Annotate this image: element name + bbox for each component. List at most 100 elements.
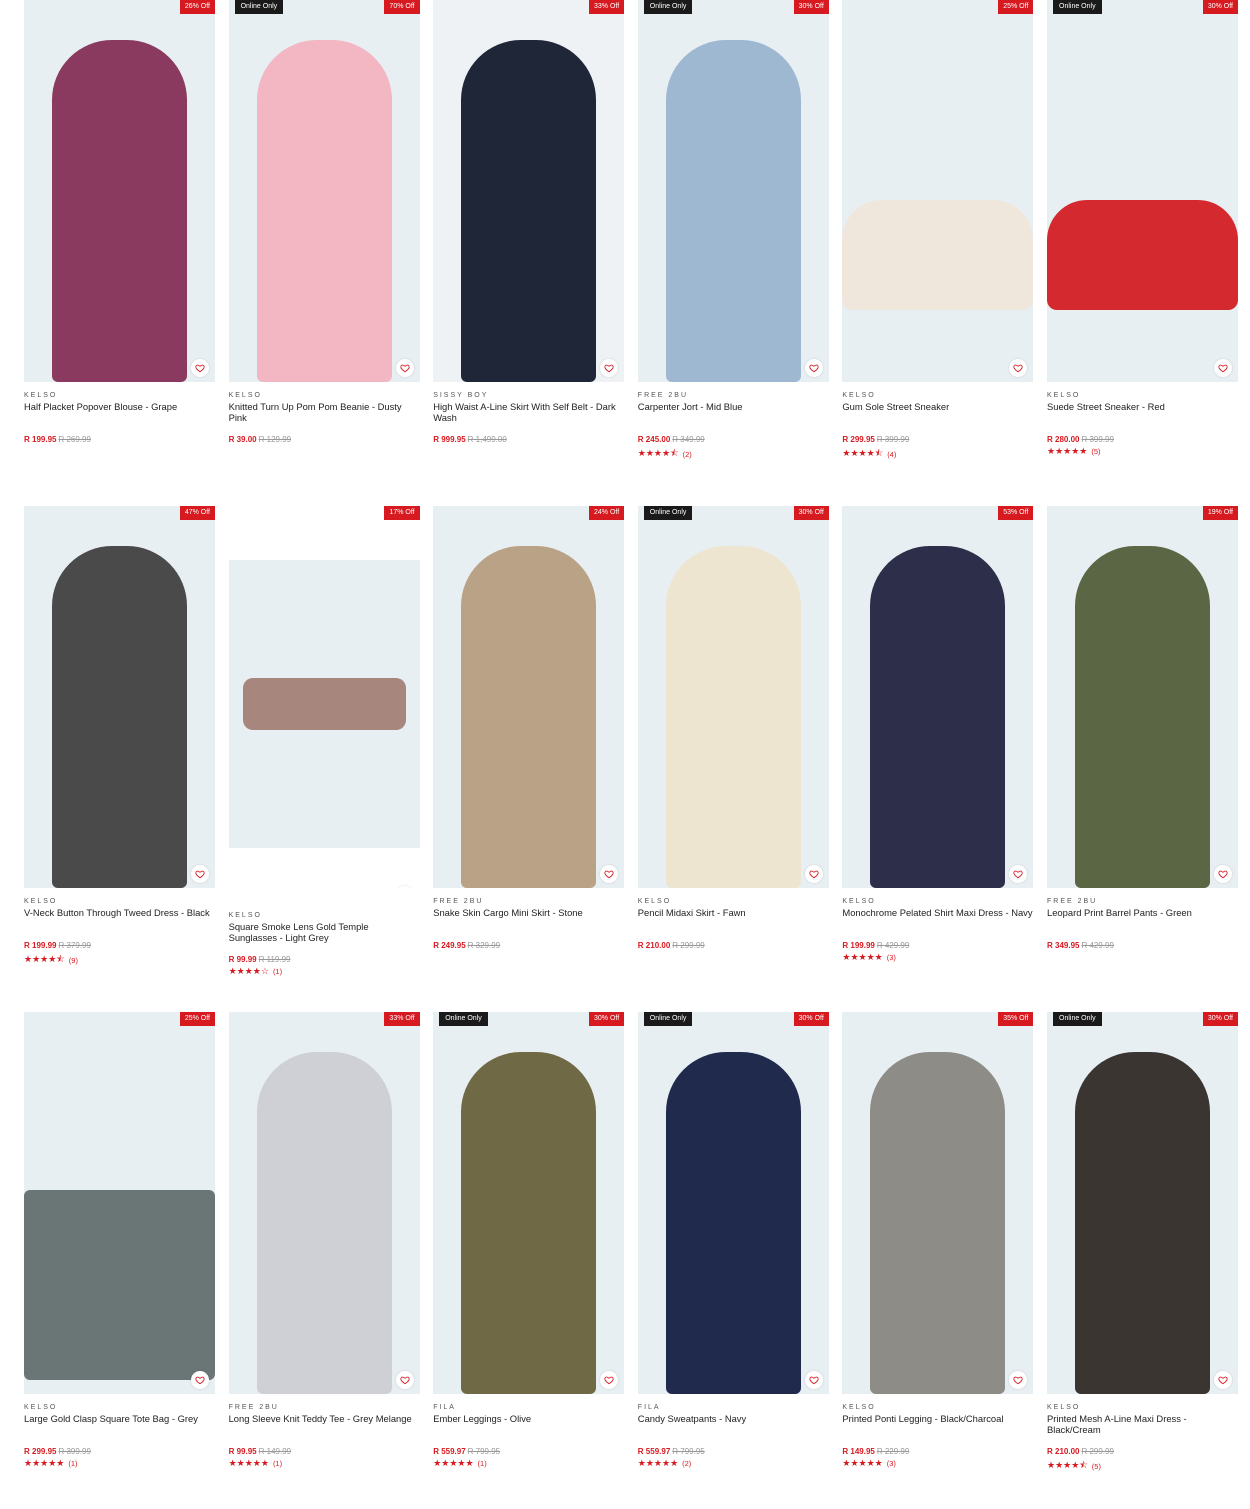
product-rating[interactable]: ★★★★★ (3) (842, 952, 1033, 963)
heart-outline-icon[interactable] (1214, 865, 1232, 883)
product-card[interactable]: 33% Off SISSY BOY High Waist A-Line Skirt … (433, 0, 625, 444)
product-name[interactable]: Monochrome Pelated Shirt Maxi Dress - Na… (842, 907, 1033, 931)
heart-outline-icon[interactable] (804, 1371, 823, 1389)
product-rating[interactable]: ★★★★⯪ (4) (842, 446, 1033, 462)
product-rating[interactable]: ★★★★★ (3) (842, 1458, 1033, 1469)
product-image[interactable]: 25% Off (842, 0, 1034, 382)
heart-outline-icon[interactable] (1214, 359, 1232, 377)
current-price: R 299.95 (24, 1447, 57, 1456)
product-name[interactable]: Carpenter Jort - Mid Blue (638, 401, 829, 425)
product-card[interactable]: 35% Off KELSO Printed Ponti Legging - Blac… (842, 1012, 1034, 1469)
product-name[interactable]: Leopard Print Barrel Pants - Green (1047, 907, 1238, 931)
original-price: R 349.99 (672, 435, 705, 444)
heart-outline-icon[interactable] (1009, 1371, 1028, 1389)
product-silhouette (1047, 200, 1238, 310)
product-name[interactable]: V-Neck Button Through Tweed Dress - Blac… (24, 907, 215, 931)
product-card[interactable]: Online Only 30% Off FREE 2BU Carpenter Jort… (637, 0, 829, 462)
original-price: R 799.95 (467, 1447, 501, 1456)
product-image[interactable]: 24% Off (433, 506, 625, 888)
heart-outline-icon[interactable] (600, 865, 619, 883)
product-name[interactable]: Printed Ponti Legging - Black/Charcoal (842, 1413, 1033, 1437)
star-rating-icon: ★★★★☆ (228, 966, 269, 976)
product-image[interactable]: Online Only 70% Off (228, 0, 420, 382)
product-rating[interactable]: ★★★★⯪ (2) (638, 446, 829, 462)
product-card[interactable]: Online Only 70% Off KELSO Knitted Turn Up P… (228, 0, 420, 444)
product-name[interactable]: Knitted Turn Up Pom Pom Beanie - Dusty P… (229, 401, 420, 425)
product-image[interactable]: Online Only 30% Off (433, 1012, 625, 1394)
product-image[interactable]: Online Only 30% Off (1047, 0, 1238, 382)
product-name[interactable]: Candy Sweatpants - Navy (638, 1413, 829, 1437)
product-rating[interactable]: ★★★★⯪ (9) (24, 952, 215, 968)
heart-outline-icon[interactable] (395, 886, 414, 888)
review-count: (1) (272, 967, 283, 976)
product-rating[interactable]: ★★★★⯪ (5) (1047, 1458, 1238, 1474)
product-image[interactable]: 33% Off (433, 0, 625, 382)
original-price: R 119.99 (258, 955, 291, 964)
product-card[interactable]: 53% Off KELSO Monochrome Pelated Shirt Max… (842, 506, 1034, 963)
product-card[interactable]: 25% Off KELSO Gum Sole Street Sneaker R 299… (842, 0, 1034, 462)
product-image[interactable]: Online Only 30% Off (637, 506, 829, 888)
product-name[interactable]: Half Placket Popover Blouse - Grape (24, 401, 215, 425)
heart-outline-icon[interactable] (395, 1371, 414, 1389)
product-card[interactable]: 47% Off KELSO V-Neck Button Through Tweed … (24, 506, 215, 968)
product-card[interactable]: Online Only 30% Off FILA Candy Sweatpants -… (637, 1012, 829, 1469)
product-name[interactable]: Suede Street Sneaker - Red (1047, 401, 1238, 425)
heart-outline-icon[interactable] (191, 1371, 209, 1389)
product-rating[interactable]: ★★★★★ (1) (433, 1458, 624, 1469)
product-image[interactable]: Online Only 30% Off (637, 0, 829, 382)
discount-badge: 17% Off (384, 506, 420, 520)
heart-outline-icon[interactable] (191, 865, 209, 883)
product-rating[interactable]: ★★★★★ (5) (1047, 446, 1238, 457)
heart-outline-icon[interactable] (804, 865, 823, 883)
product-image[interactable]: 47% Off (24, 506, 215, 888)
product-card[interactable]: Online Only 30% Off KELSO Printed Mesh A-Li… (1047, 1012, 1238, 1474)
product-rating[interactable]: ★★★★★ (2) (638, 1458, 829, 1469)
product-card[interactable]: 17% Off KELSO Square Smoke Lens Gold Templ… (228, 506, 420, 977)
heart-outline-icon[interactable] (395, 359, 414, 377)
product-image[interactable]: Online Only 30% Off (1047, 1012, 1238, 1394)
heart-outline-icon[interactable] (1214, 1371, 1232, 1389)
product-rating[interactable]: ★★★★★ (1) (24, 1458, 215, 1469)
product-card[interactable]: 25% Off KELSO Large Gold Clasp Square Tote… (24, 1012, 215, 1469)
product-card[interactable]: 26% Off KELSO Half Placket Popover Blouse … (24, 0, 215, 444)
product-image[interactable]: 17% Off (228, 506, 420, 888)
product-card[interactable]: Online Only 30% Off KELSO Suede Street Snea… (1047, 0, 1238, 457)
product-image[interactable]: 53% Off (842, 506, 1034, 888)
product-card[interactable]: 19% Off FREE 2BU Leopard Print Barrel Pant… (1047, 506, 1238, 950)
heart-outline-icon[interactable] (1009, 359, 1028, 377)
product-name[interactable]: Large Gold Clasp Square Tote Bag - Grey (24, 1413, 215, 1437)
product-card[interactable]: 24% Off FREE 2BU Snake Skin Cargo Mini Ski… (433, 506, 625, 950)
product-image[interactable]: 33% Off (228, 1012, 420, 1394)
product-rating[interactable]: ★★★★☆ (1) (229, 966, 420, 977)
product-name[interactable]: Pencil Midaxi Skirt - Fawn (638, 907, 829, 931)
review-count: (5) (1091, 1461, 1101, 1471)
product-card[interactable]: Online Only 30% Off KELSO Pencil Midaxi Ski… (637, 506, 829, 950)
discount-badge: 35% Off (998, 1012, 1034, 1026)
heart-outline-icon[interactable] (191, 359, 209, 377)
current-price: R 299.95 (842, 435, 875, 444)
product-image-inner (228, 560, 420, 848)
product-card[interactable]: 33% Off FREE 2BU Long Sleeve Knit Teddy Te… (228, 1012, 420, 1469)
product-price: R 199.99 R 429.99 (842, 941, 1033, 950)
product-name[interactable]: Ember Leggings - Olive (433, 1413, 624, 1437)
product-rating[interactable]: ★★★★★ (1) (229, 1458, 420, 1469)
heart-outline-icon[interactable] (600, 1371, 619, 1389)
product-name[interactable]: Long Sleeve Knit Teddy Tee - Grey Melang… (229, 1413, 420, 1437)
heart-outline-icon[interactable] (600, 359, 619, 377)
product-image[interactable]: 35% Off (842, 1012, 1034, 1394)
product-name[interactable]: Printed Mesh A-Line Maxi Dress - Black/C… (1047, 1413, 1238, 1437)
product-name[interactable]: Snake Skin Cargo Mini Skirt - Stone (433, 907, 624, 931)
product-image[interactable]: 26% Off (24, 0, 215, 382)
product-name[interactable]: Gum Sole Street Sneaker (842, 401, 1033, 425)
product-name[interactable]: Square Smoke Lens Gold Temple Sunglasses… (229, 921, 420, 945)
product-name[interactable]: High Waist A-Line Skirt With Self Belt -… (433, 401, 624, 425)
original-price: R 429.99 (876, 941, 910, 950)
product-card[interactable]: Online Only 30% Off FILA Ember Leggings - O… (433, 1012, 625, 1469)
current-price: R 149.95 (842, 1447, 875, 1456)
product-brand: KELSO (1047, 392, 1081, 399)
product-image[interactable]: Online Only 30% Off (637, 1012, 829, 1394)
product-image[interactable]: 19% Off (1047, 506, 1238, 888)
heart-outline-icon[interactable] (804, 359, 823, 377)
heart-outline-icon[interactable] (1009, 865, 1028, 883)
product-image[interactable]: 25% Off (24, 1012, 215, 1394)
